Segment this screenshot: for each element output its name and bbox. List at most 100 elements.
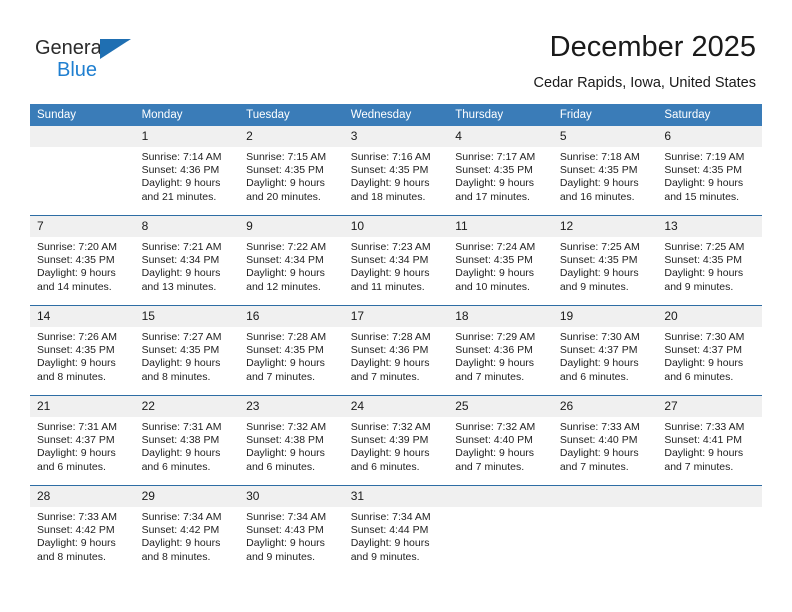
- weekday-header-wednesday: Wednesday: [343, 104, 449, 126]
- calendar-day-cell[interactable]: 29 Sunrise: 7:34 AM Sunset: 4:42 PM Dayligh…: [134, 485, 240, 575]
- calendar-day-cell[interactable]: 4 Sunrise: 7:17 AM Sunset: 4:35 PM Daylight…: [448, 126, 553, 216]
- daylight-duration-line1: Daylight: 9 hours: [37, 447, 116, 460]
- day-cell-inner: 13 Sunrise: 7:25 AM Sunset: 4:35 PM Dayligh…: [657, 216, 762, 305]
- day-cell-inner: 4 Sunrise: 7:17 AM Sunset: 4:35 PM Daylight…: [448, 126, 553, 215]
- daylight-duration-line2: and 10 minutes.: [455, 280, 530, 293]
- location-subtitle: Cedar Rapids, Iowa, United States: [533, 75, 756, 91]
- day-number: 19: [552, 306, 658, 327]
- day-cell-inner: 19 Sunrise: 7:30 AM Sunset: 4:37 PM Dayligh…: [552, 306, 658, 395]
- sunset-time: Sunset: 4:35 PM: [246, 164, 324, 177]
- weekday-header-tuesday: Tuesday: [239, 104, 344, 126]
- day-cell-inner: 23 Sunrise: 7:32 AM Sunset: 4:38 PM Dayligh…: [239, 396, 344, 485]
- calendar-day-cell[interactable]: 5 Sunrise: 7:18 AM Sunset: 4:35 PM Daylight…: [552, 126, 658, 216]
- calendar-day-cell[interactable]: 28 Sunrise: 7:33 AM Sunset: 4:42 PM Dayligh…: [30, 485, 135, 575]
- day-number: 18: [448, 306, 553, 327]
- calendar-day-cell[interactable]: 13 Sunrise: 7:25 AM Sunset: 4:35 PM Dayligh…: [657, 215, 762, 306]
- day-cell-inner: 1 Sunrise: 7:14 AM Sunset: 4:36 PM Daylight…: [134, 126, 240, 215]
- daylight-duration-line2: and 21 minutes.: [141, 190, 217, 203]
- sunset-time: Sunset: 4:34 PM: [350, 254, 429, 267]
- calendar-day-cell[interactable]: 31 Sunrise: 7:34 AM Sunset: 4:44 PM Dayligh…: [343, 485, 449, 575]
- calendar-day-cell[interactable]: 22 Sunrise: 7:31 AM Sunset: 4:38 PM Dayligh…: [134, 395, 240, 486]
- sunset-time: Sunset: 4:38 PM: [141, 434, 220, 447]
- day-number: [552, 486, 658, 507]
- day-details: Sunrise: 7:26 AM Sunset: 4:35 PM Daylight:…: [30, 327, 135, 384]
- daylight-duration-line2: and 6 minutes.: [246, 460, 316, 473]
- calendar-day-cell[interactable]: 15 Sunrise: 7:27 AM Sunset: 4:35 PM Dayligh…: [134, 305, 240, 396]
- calendar-day-cell[interactable]: 19 Sunrise: 7:30 AM Sunset: 4:37 PM Dayligh…: [552, 305, 658, 396]
- daylight-duration-line1: Daylight: 9 hours: [141, 357, 221, 370]
- sunset-time: Sunset: 4:42 PM: [37, 524, 115, 537]
- calendar-day-cell[interactable]: 20 Sunrise: 7:30 AM Sunset: 4:37 PM Dayligh…: [657, 305, 762, 396]
- day-details: Sunrise: 7:21 AM Sunset: 4:34 PM Daylight:…: [135, 237, 240, 294]
- sunset-time: Sunset: 4:36 PM: [141, 164, 220, 177]
- calendar-day-cell[interactable]: 3 Sunrise: 7:16 AM Sunset: 4:35 PM Daylight…: [343, 126, 449, 216]
- day-number: 30: [239, 486, 344, 507]
- day-cell-inner: [448, 486, 553, 575]
- sunrise-time: Sunrise: 7:23 AM: [350, 241, 431, 253]
- day-number: 22: [134, 396, 240, 417]
- calendar-day-cell[interactable]: 8 Sunrise: 7:21 AM Sunset: 4:34 PM Daylight…: [134, 215, 240, 306]
- page-title: December 2025: [549, 31, 756, 63]
- calendar-day-cell[interactable]: 26 Sunrise: 7:33 AM Sunset: 4:40 PM Dayligh…: [552, 395, 658, 486]
- calendar-day-cell[interactable]: 17 Sunrise: 7:28 AM Sunset: 4:36 PM Dayligh…: [343, 305, 449, 396]
- calendar-day-cell[interactable]: 18 Sunrise: 7:29 AM Sunset: 4:36 PM Dayligh…: [448, 305, 553, 396]
- calendar-day-cell[interactable]: 21 Sunrise: 7:31 AM Sunset: 4:37 PM Dayligh…: [30, 395, 135, 486]
- day-number: 14: [30, 306, 135, 327]
- day-cell-inner: 17 Sunrise: 7:28 AM Sunset: 4:36 PM Dayligh…: [343, 306, 449, 395]
- calendar-day-cell[interactable]: 14 Sunrise: 7:26 AM Sunset: 4:35 PM Dayligh…: [30, 305, 135, 396]
- sunset-time: Sunset: 4:35 PM: [455, 254, 533, 267]
- day-details: Sunrise: 7:20 AM Sunset: 4:35 PM Daylight:…: [30, 237, 135, 294]
- title-block: December 2025 Cedar Rapids, Iowa, United…: [534, 30, 756, 93]
- sunrise-time: Sunrise: 7:34 AM: [141, 511, 222, 523]
- day-number: 4: [448, 126, 553, 147]
- sunrise-time: Sunrise: 7:20 AM: [37, 241, 117, 253]
- daylight-duration-line1: Daylight: 9 hours: [664, 447, 744, 460]
- weekday-header-saturday: Saturday: [657, 104, 762, 126]
- calendar-day-cell[interactable]: 9 Sunrise: 7:22 AM Sunset: 4:34 PM Daylight…: [239, 215, 344, 306]
- calendar-day-cell[interactable]: 16 Sunrise: 7:28 AM Sunset: 4:35 PM Dayligh…: [239, 305, 344, 396]
- day-details: Sunrise: 7:32 AM Sunset: 4:39 PM Daylight:…: [344, 417, 449, 474]
- calendar-day-cell[interactable]: 7 Sunrise: 7:20 AM Sunset: 4:35 PM Daylight…: [30, 215, 135, 306]
- day-number: [30, 126, 135, 147]
- sunrise-time: Sunrise: 7:28 AM: [350, 331, 431, 343]
- day-number: [657, 486, 762, 507]
- daylight-duration-line2: and 9 minutes.: [246, 550, 316, 563]
- day-number: 25: [448, 396, 553, 417]
- day-details: Sunrise: 7:25 AM Sunset: 4:35 PM Daylight:…: [657, 237, 762, 294]
- day-details: Sunrise: 7:17 AM Sunset: 4:35 PM Daylight:…: [448, 147, 553, 204]
- daylight-duration-line1: Daylight: 9 hours: [559, 267, 639, 280]
- daylight-duration-line2: and 6 minutes.: [37, 460, 106, 473]
- sunrise-time: Sunrise: 7:32 AM: [455, 421, 536, 433]
- daylight-duration-line2: and 18 minutes.: [350, 190, 426, 203]
- day-number: 12: [552, 216, 658, 237]
- day-number: 6: [657, 126, 762, 147]
- sunset-time: Sunset: 4:35 PM: [664, 164, 743, 177]
- day-details: Sunrise: 7:32 AM Sunset: 4:40 PM Daylight:…: [448, 417, 553, 474]
- day-details: Sunrise: 7:33 AM Sunset: 4:40 PM Daylight:…: [553, 417, 658, 474]
- day-number: 26: [552, 396, 658, 417]
- calendar-day-cell[interactable]: 11 Sunrise: 7:24 AM Sunset: 4:35 PM Dayligh…: [448, 215, 553, 306]
- sunrise-time: Sunrise: 7:26 AM: [37, 331, 117, 343]
- calendar-day-cell[interactable]: 10 Sunrise: 7:23 AM Sunset: 4:34 PM Dayligh…: [343, 215, 449, 306]
- calendar-day-cell[interactable]: 12 Sunrise: 7:25 AM Sunset: 4:35 PM Dayligh…: [552, 215, 658, 306]
- calendar-day-cell[interactable]: 25 Sunrise: 7:32 AM Sunset: 4:40 PM Dayligh…: [448, 395, 553, 486]
- calendar-day-cell[interactable]: 23 Sunrise: 7:32 AM Sunset: 4:38 PM Dayligh…: [239, 395, 344, 486]
- calendar-day-cell[interactable]: 6 Sunrise: 7:19 AM Sunset: 4:35 PM Daylight…: [657, 126, 762, 216]
- calendar-day-cell[interactable]: 1 Sunrise: 7:14 AM Sunset: 4:36 PM Daylight…: [134, 126, 240, 216]
- sunset-time: Sunset: 4:35 PM: [246, 344, 324, 357]
- brand-logo[interactable]: General Blue: [35, 36, 185, 88]
- sunset-time: Sunset: 4:43 PM: [246, 524, 324, 537]
- day-cell-inner: 18 Sunrise: 7:29 AM Sunset: 4:36 PM Dayligh…: [448, 306, 553, 395]
- calendar-day-cell[interactable]: 24 Sunrise: 7:32 AM Sunset: 4:39 PM Dayligh…: [343, 395, 449, 486]
- sunrise-time: Sunrise: 7:28 AM: [246, 331, 327, 343]
- calendar-day-cell[interactable]: 2 Sunrise: 7:15 AM Sunset: 4:35 PM Daylight…: [239, 126, 344, 216]
- sunset-time: Sunset: 4:35 PM: [455, 164, 533, 177]
- day-cell-inner: 2 Sunrise: 7:15 AM Sunset: 4:35 PM Daylight…: [239, 126, 344, 215]
- calendar-day-cell[interactable]: 27 Sunrise: 7:33 AM Sunset: 4:41 PM Dayligh…: [657, 395, 762, 486]
- daylight-duration-line2: and 7 minutes.: [664, 460, 734, 473]
- daylight-duration-line2: and 14 minutes.: [37, 280, 112, 293]
- day-cell-inner: 26 Sunrise: 7:33 AM Sunset: 4:40 PM Dayligh…: [552, 396, 658, 485]
- day-details: Sunrise: 7:30 AM Sunset: 4:37 PM Daylight:…: [657, 327, 762, 384]
- daylight-duration-line2: and 6 minutes.: [350, 460, 420, 473]
- calendar-day-cell[interactable]: 30 Sunrise: 7:34 AM Sunset: 4:43 PM Dayligh…: [239, 485, 344, 575]
